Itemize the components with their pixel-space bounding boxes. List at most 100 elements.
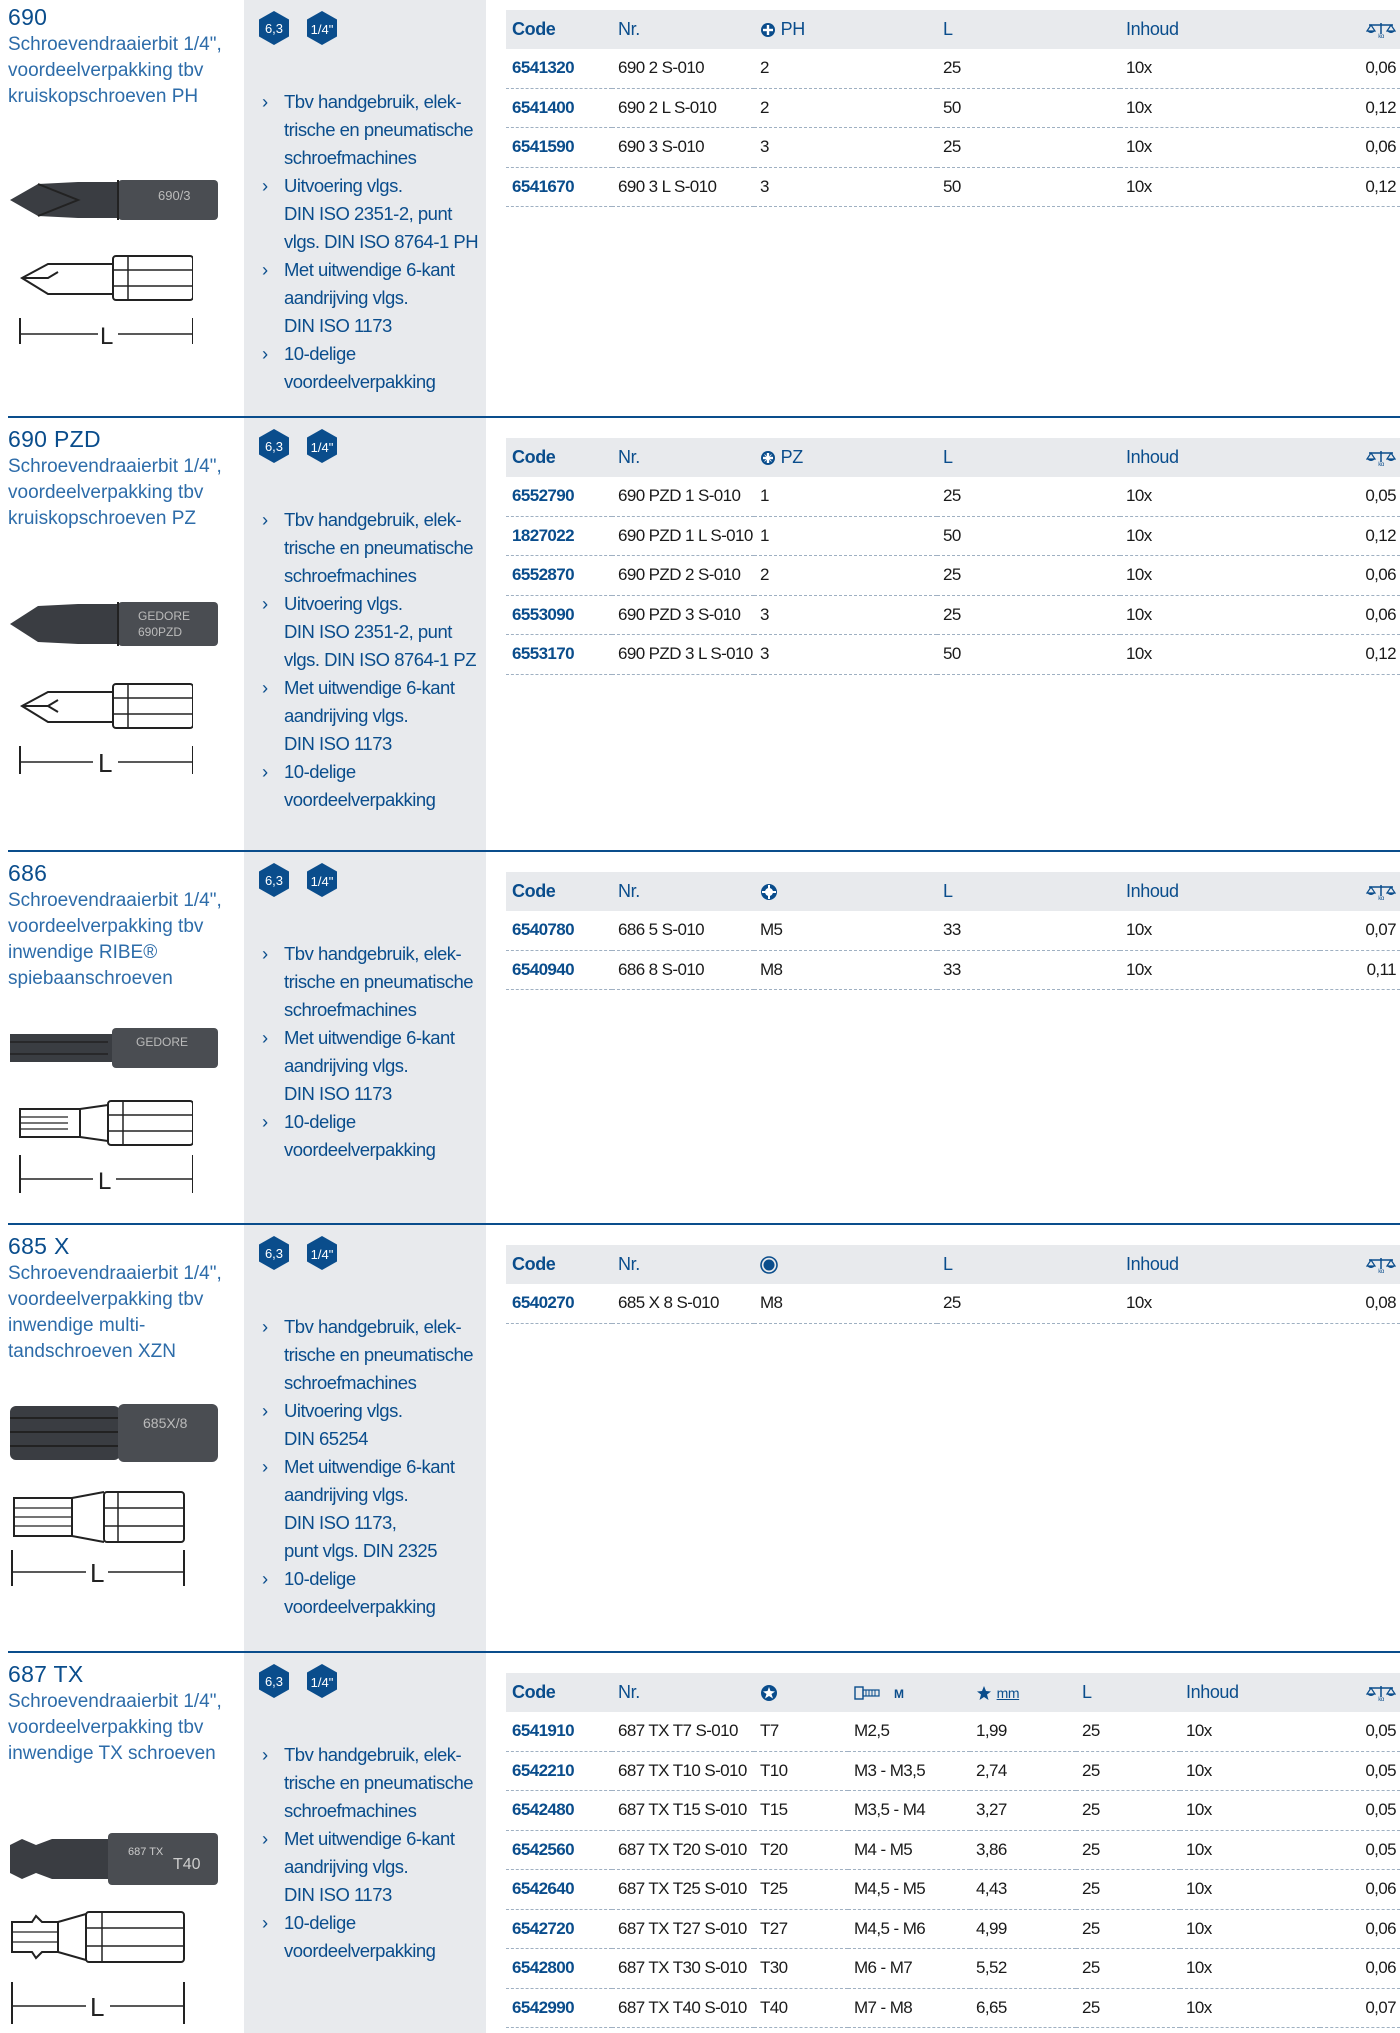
- feature-item: › 10-delige voordeelverpakking: [262, 758, 482, 814]
- table-cell: 25: [1076, 1712, 1180, 1752]
- table-cell: 4,99: [970, 1909, 1076, 1949]
- length-label: L: [98, 748, 112, 778]
- table-cell: 0,06: [1320, 1948, 1400, 1989]
- table-cell: 0,12: [1320, 516, 1400, 556]
- table-cell: T7: [754, 1712, 848, 1752]
- table-row: 6541670 690 3 L S-010 3 50 10x 0,12: [506, 167, 1400, 207]
- feature-item: › Met uitwendige 6-kant aandrijving vlgs.…: [262, 1825, 482, 1909]
- section-divider: [8, 1651, 1400, 1653]
- hex-size-badge: 6,3: [259, 11, 289, 45]
- svg-text:kg: kg: [1378, 896, 1384, 900]
- table-cell: 687 TX T27 S-010: [612, 1909, 754, 1949]
- table-cell: 687 TX T15 S-010: [612, 1790, 754, 1831]
- table-header-row: Code Nr. L Inhoud kg: [506, 872, 1400, 911]
- table-header-row: Code Nr. M mm L Inhoud kg: [506, 1673, 1400, 1712]
- table-cell: 10x: [1120, 516, 1320, 556]
- article-code-cell: 6542720: [506, 1909, 612, 1949]
- table-cell: 687 TX T7 S-010: [612, 1712, 754, 1752]
- article-code-cell: 6542990: [506, 1988, 612, 2028]
- col-code: Code: [506, 1673, 612, 1712]
- product-description: Schroevendraaierbit 1/4", voordeelverpak…: [8, 890, 222, 989]
- product-section-686: 686 Schroevendraaierbit 1/4", voordeelve…: [0, 850, 1400, 1223]
- col-nr: Nr.: [612, 1245, 754, 1284]
- hex-size-badge: 6,3: [259, 1664, 289, 1698]
- table-cell: 3: [754, 595, 937, 635]
- table-cell: 50: [937, 634, 1120, 675]
- table-cell: 10x: [1180, 1988, 1320, 2028]
- article-code-cell: 6541400: [506, 88, 612, 128]
- table-cell: 0,12: [1320, 167, 1400, 207]
- table-cell: T25: [754, 1869, 848, 1910]
- article-code-cell: 6540940: [506, 950, 612, 990]
- scale-kg-icon: kg: [1366, 23, 1396, 38]
- bit-photo-ribe: GEDORE: [10, 1028, 218, 1068]
- table-cell: 4,43: [970, 1869, 1076, 1910]
- table-cell: 690 3 L S-010: [612, 167, 754, 207]
- table-cell: M6 - M7: [848, 1948, 970, 1989]
- table-row: 6542990 687 TX T40 S-010 T40 M7 - M8 6,65 25 1…: [506, 1988, 1400, 2028]
- torx-star-mm-icon: [977, 1686, 991, 1701]
- col-nr: Nr.: [612, 1673, 754, 1712]
- table-cell: 3,27: [970, 1790, 1076, 1831]
- table-cell: 2,74: [970, 1751, 1076, 1791]
- svg-text:690/3: 690/3: [158, 188, 191, 203]
- svg-text:T40: T40: [173, 1856, 201, 1873]
- table-cell: 25: [937, 555, 1120, 596]
- table-cell: 10x: [1120, 950, 1320, 990]
- col-size: PH: [754, 10, 937, 49]
- table-row: 6553170 690 PZD 3 L S-010 3 50 10x 0,12: [506, 634, 1400, 675]
- table-cell: 0,05: [1320, 1790, 1400, 1831]
- table-cell: 10x: [1120, 167, 1320, 207]
- table-cell: 690 PZD 3 L S-010: [612, 634, 754, 675]
- scale-kg-icon: kg: [1366, 1686, 1396, 1701]
- svg-text:1/4": 1/4": [311, 440, 334, 455]
- table-cell: T40: [754, 1988, 848, 2028]
- col-length: L: [937, 10, 1120, 49]
- table-cell: 25: [1076, 1751, 1180, 1791]
- table-cell: T15: [754, 1790, 848, 1831]
- table-row: 6542640 687 TX T25 S-010 T25 M4,5 - M5 4,43 2…: [506, 1869, 1400, 1910]
- table-cell: 25: [937, 127, 1120, 168]
- col-inhoud: Inhoud: [1120, 438, 1320, 477]
- chevron-right-icon: ›: [262, 1400, 268, 1421]
- col-inhoud: Inhoud: [1120, 872, 1320, 911]
- table-cell: 50: [937, 88, 1120, 128]
- product-title: 690 PZD: [8, 426, 101, 452]
- table-cell: M4,5 - M6: [848, 1909, 970, 1949]
- feature-item: › Met uitwendige 6-kant aandrijving vlgs.…: [262, 1024, 482, 1108]
- col-size: [754, 1673, 848, 1712]
- table-cell: M4,5 - M5: [848, 1869, 970, 1910]
- chevron-right-icon: ›: [262, 509, 268, 530]
- article-code-cell: 6542480: [506, 1790, 612, 1831]
- table-cell: 25: [1076, 1909, 1180, 1949]
- table-cell: 25: [937, 1284, 1120, 1324]
- feature-item: › Tbv handgebruik, elek- trische en pneum…: [262, 940, 482, 1024]
- article-code-cell: 6541910: [506, 1712, 612, 1752]
- table-cell: 3: [754, 127, 937, 168]
- svg-text:6,3: 6,3: [265, 21, 283, 36]
- table-row: 6540780 686 5 S-010 M5 33 10x 0,07: [506, 911, 1400, 951]
- chevron-right-icon: ›: [262, 343, 268, 364]
- svg-text:687 TX: 687 TX: [128, 1846, 164, 1858]
- table-cell: 10x: [1120, 911, 1320, 951]
- feature-item: › Met uitwendige 6-kant aandrijving vlgs.…: [262, 1453, 482, 1565]
- table-cell: 0,06: [1320, 49, 1400, 89]
- chevron-right-icon: ›: [262, 1027, 268, 1048]
- table-cell: 10x: [1180, 1790, 1320, 1831]
- chevron-right-icon: ›: [262, 677, 268, 698]
- xzn-multitooth-icon: [760, 1256, 778, 1275]
- table-cell: 1: [754, 516, 937, 556]
- article-code-cell: 6541670: [506, 167, 612, 207]
- product-title: 685 X: [8, 1233, 70, 1259]
- svg-text:1/4": 1/4": [311, 22, 334, 37]
- table-cell: 2: [754, 555, 937, 596]
- bit-drawing-tx: L: [11, 1911, 185, 2024]
- feature-panel: 6,3 1/4" › Tbv handgebruik, elek- trische…: [244, 852, 486, 1223]
- quarter-inch-badge: 1/4": [307, 429, 337, 463]
- col-mm: mm: [970, 1673, 1076, 1712]
- table-cell: 10x: [1180, 1948, 1320, 1989]
- table-cell: 690 PZD 2 S-010: [612, 555, 754, 596]
- scale-kg-icon: kg: [1366, 885, 1396, 900]
- article-code-cell: 6552870: [506, 555, 612, 596]
- feature-list: › Tbv handgebruik, elek- trische en pneum…: [262, 1313, 482, 1621]
